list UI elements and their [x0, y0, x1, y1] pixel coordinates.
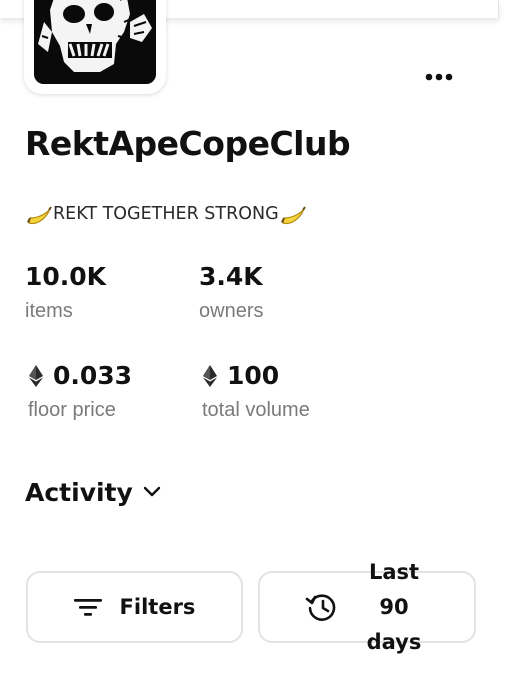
- filters-button[interactable]: Filters: [26, 571, 243, 643]
- collection-avatar-frame: [24, 0, 166, 94]
- floor-price-label: floor price: [28, 399, 116, 421]
- total-volume-label: total volume: [202, 399, 310, 421]
- history-icon: [305, 594, 336, 621]
- tagline-text: REKT TOGETHER STRONG: [53, 204, 279, 224]
- more-horizontal-icon: [425, 73, 453, 81]
- chevron-down-icon: [143, 486, 161, 497]
- banana-emoji: [280, 206, 306, 225]
- ethereum-icon: [203, 364, 217, 387]
- total-volume-number: 100: [227, 361, 280, 390]
- filters-label: Filters: [119, 595, 196, 619]
- collection-tagline: REKT TOGETHER STRONG: [25, 200, 307, 228]
- banana-emoji: [27, 206, 52, 225]
- ethereum-icon: [29, 364, 43, 387]
- time-range-line-3: days: [366, 629, 422, 654]
- collection-title: RektApeCopeClub: [25, 124, 351, 163]
- collection-avatar: [34, 0, 156, 84]
- filter-lines-icon: [73, 599, 102, 616]
- owners-label: owners: [199, 300, 264, 322]
- items-label: items: [25, 300, 73, 322]
- total-volume-value: 100: [203, 361, 279, 390]
- time-range-button[interactable]: Last 90 days: [258, 560, 476, 654]
- activity-dropdown[interactable]: Activity: [25, 474, 161, 510]
- time-range-line-1: Last: [368, 559, 420, 584]
- time-range-line-2: 90: [379, 594, 409, 619]
- skull-ape-image: [34, 0, 156, 84]
- collection-page: RektApeCopeClub REKT TOGETHER STRONG 10.…: [0, 0, 511, 680]
- more-options-button[interactable]: [420, 64, 458, 90]
- time-range-label: Last 90 days: [359, 555, 429, 660]
- floor-price-number: 0.033: [53, 361, 133, 390]
- items-count: 10.0K: [25, 262, 107, 291]
- floor-price-value: 0.033: [29, 361, 132, 390]
- owners-count: 3.4K: [199, 262, 263, 291]
- activity-label: Activity: [25, 477, 133, 507]
